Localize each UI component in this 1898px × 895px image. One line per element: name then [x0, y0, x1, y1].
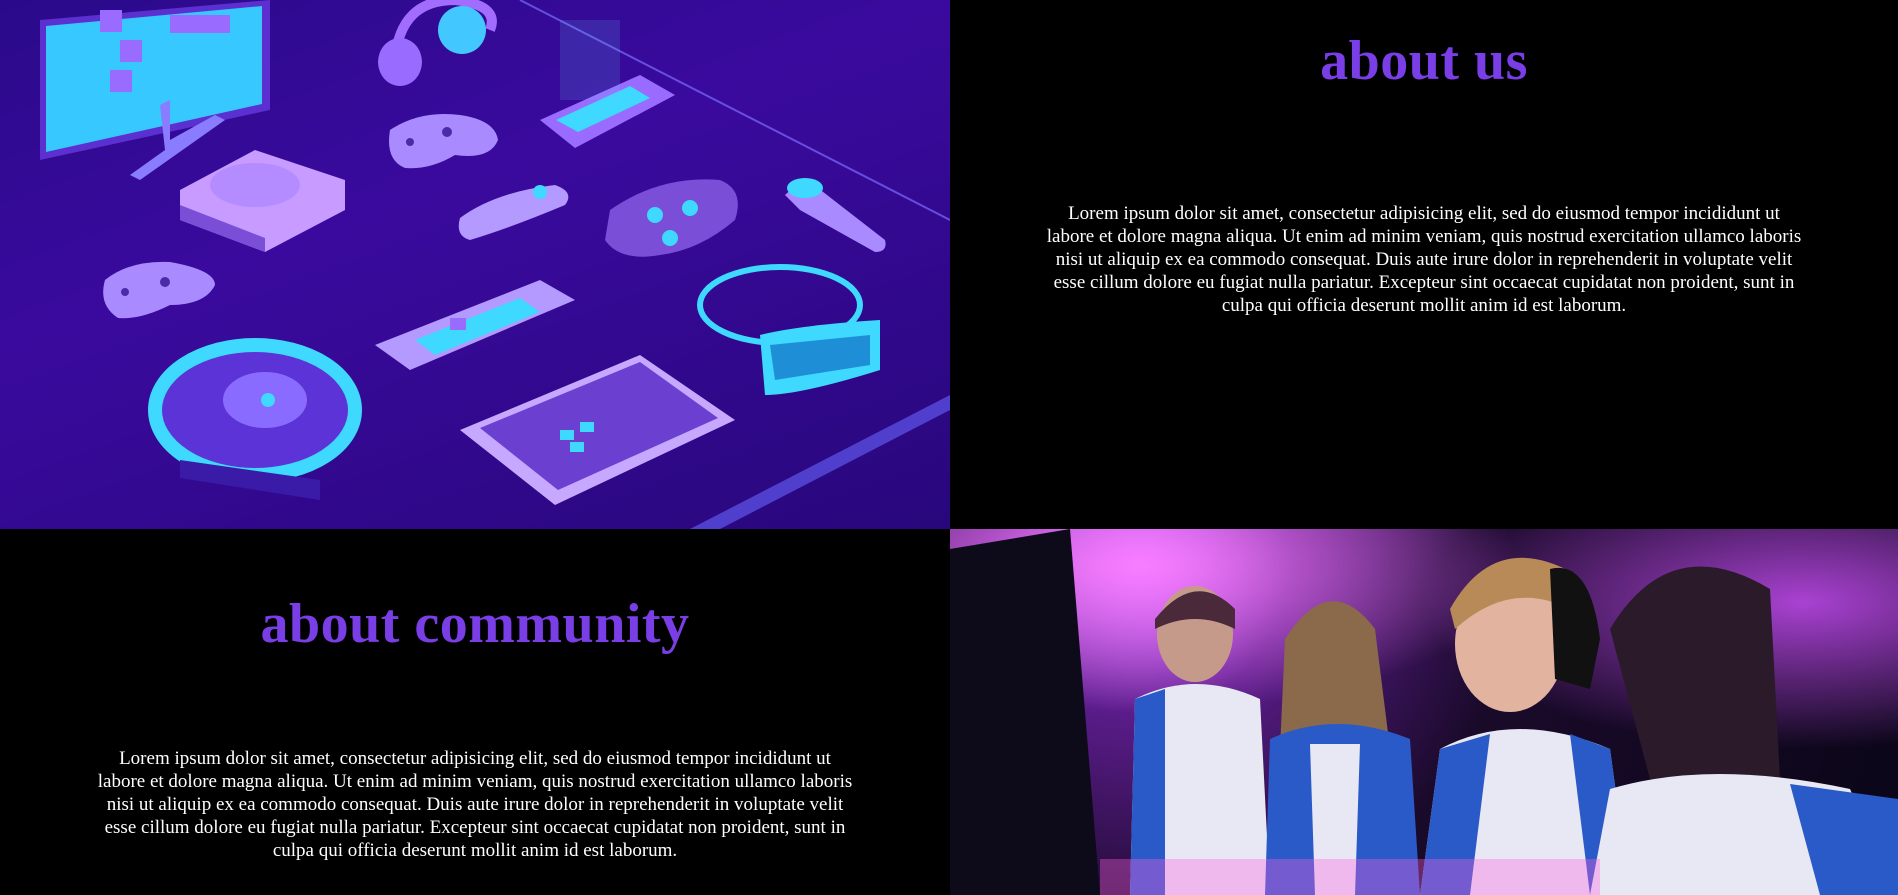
about-community-paragraph: Lorem ipsum dolor sit amet, consectetur … [97, 748, 853, 861]
monitor-icon [40, 0, 270, 180]
content-grid: about us Lorem ipsum dolor sit amet, con… [0, 0, 1898, 895]
about-community-section: about community Lorem ipsum dolor sit am… [0, 529, 950, 895]
gamepad-left-icon [103, 261, 215, 319]
console-icon [180, 150, 345, 252]
vr-headset-icon [697, 264, 880, 395]
gamers-image [950, 529, 1898, 895]
portable-console-icon [375, 280, 575, 370]
remote-controller-icon [458, 185, 569, 240]
about-us-section: about us Lorem ipsum dolor sit amet, con… [950, 0, 1898, 529]
headphones-icon [378, 0, 497, 86]
split-gamepad-icon [605, 179, 738, 257]
keyboard-icon [460, 355, 735, 505]
gaming-devices-illustration [0, 0, 950, 529]
esports-players-photo [950, 529, 1898, 895]
handheld-console-icon [540, 20, 675, 148]
motion-controller-icon [785, 178, 886, 252]
page: about us Lorem ipsum dolor sit amet, con… [0, 0, 1898, 895]
gaming-devices-image [40, 0, 950, 529]
about-us-heading: about us [1320, 30, 1528, 92]
about-community-heading: about community [260, 593, 690, 655]
steering-wheel-icon [148, 338, 362, 500]
gamepad-icon [389, 114, 498, 169]
about-us-paragraph: Lorem ipsum dolor sit amet, consectetur … [1046, 203, 1802, 316]
